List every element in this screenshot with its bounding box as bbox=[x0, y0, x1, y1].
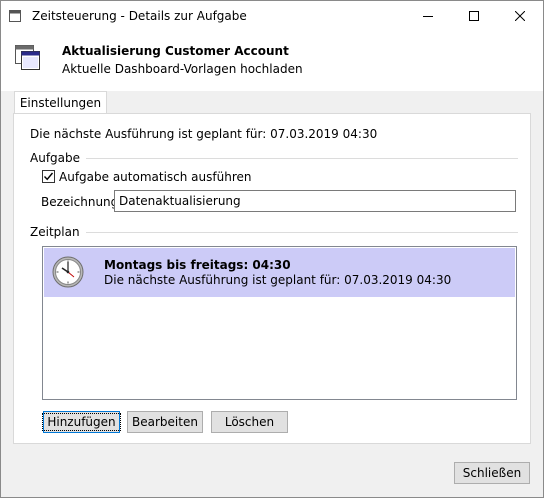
tab-einstellungen[interactable]: Einstellungen bbox=[14, 91, 107, 114]
close-button[interactable]: Schließen bbox=[454, 462, 530, 484]
next-run-text: Die nächste Ausführung ist geplant für: … bbox=[30, 127, 378, 141]
auto-run-checkbox[interactable] bbox=[42, 170, 55, 183]
task-subtitle: Aktuelle Dashboard-Vorlagen hochladen bbox=[62, 62, 303, 76]
schedule-item-subtitle: Die nächste Ausführung ist geplant für: … bbox=[104, 273, 452, 287]
name-label: Bezeichnung: bbox=[41, 195, 123, 209]
dialog-window: Zeitsteuerung - Details zur Aufgabe Aktu… bbox=[0, 0, 544, 498]
close-window-button[interactable] bbox=[497, 1, 543, 31]
task-title: Aktualisierung Customer Account bbox=[62, 44, 289, 58]
maximize-icon bbox=[469, 11, 479, 21]
dialog-header: Aktualisierung Customer Account Aktuelle… bbox=[1, 31, 543, 91]
close-icon bbox=[515, 11, 525, 21]
minimize-button[interactable] bbox=[405, 1, 451, 31]
list-item[interactable]: Montags bis freitags: 04:30 Die nächste … bbox=[44, 248, 515, 297]
maximize-button[interactable] bbox=[451, 1, 497, 31]
checkmark-icon bbox=[43, 172, 54, 181]
settings-panel: Die nächste Ausführung ist geplant für: … bbox=[13, 113, 531, 444]
zeitplan-divider bbox=[82, 232, 518, 233]
windows-stack-icon bbox=[15, 45, 40, 70]
window-title: Zeitsteuerung - Details zur Aufgabe bbox=[32, 9, 247, 23]
schedule-list[interactable]: Montags bis freitags: 04:30 Die nächste … bbox=[42, 246, 517, 400]
auto-run-label[interactable]: Aufgabe automatisch ausführen bbox=[59, 170, 252, 184]
add-button[interactable]: Hinzufügen bbox=[42, 411, 121, 433]
app-window-icon bbox=[9, 10, 21, 22]
add-button-label: Hinzufügen bbox=[42, 413, 121, 431]
zeitplan-group-label: Zeitplan bbox=[30, 225, 86, 239]
aufgabe-divider bbox=[82, 158, 518, 159]
minimize-icon bbox=[423, 16, 433, 17]
name-input[interactable] bbox=[114, 190, 516, 212]
clock-icon bbox=[52, 256, 84, 288]
aufgabe-group-label: Aufgabe bbox=[30, 151, 87, 165]
edit-button[interactable]: Bearbeiten bbox=[127, 411, 203, 433]
schedule-item-title: Montags bis freitags: 04:30 bbox=[104, 258, 291, 272]
title-bar[interactable]: Zeitsteuerung - Details zur Aufgabe bbox=[1, 1, 543, 31]
delete-button[interactable]: Löschen bbox=[211, 411, 288, 433]
